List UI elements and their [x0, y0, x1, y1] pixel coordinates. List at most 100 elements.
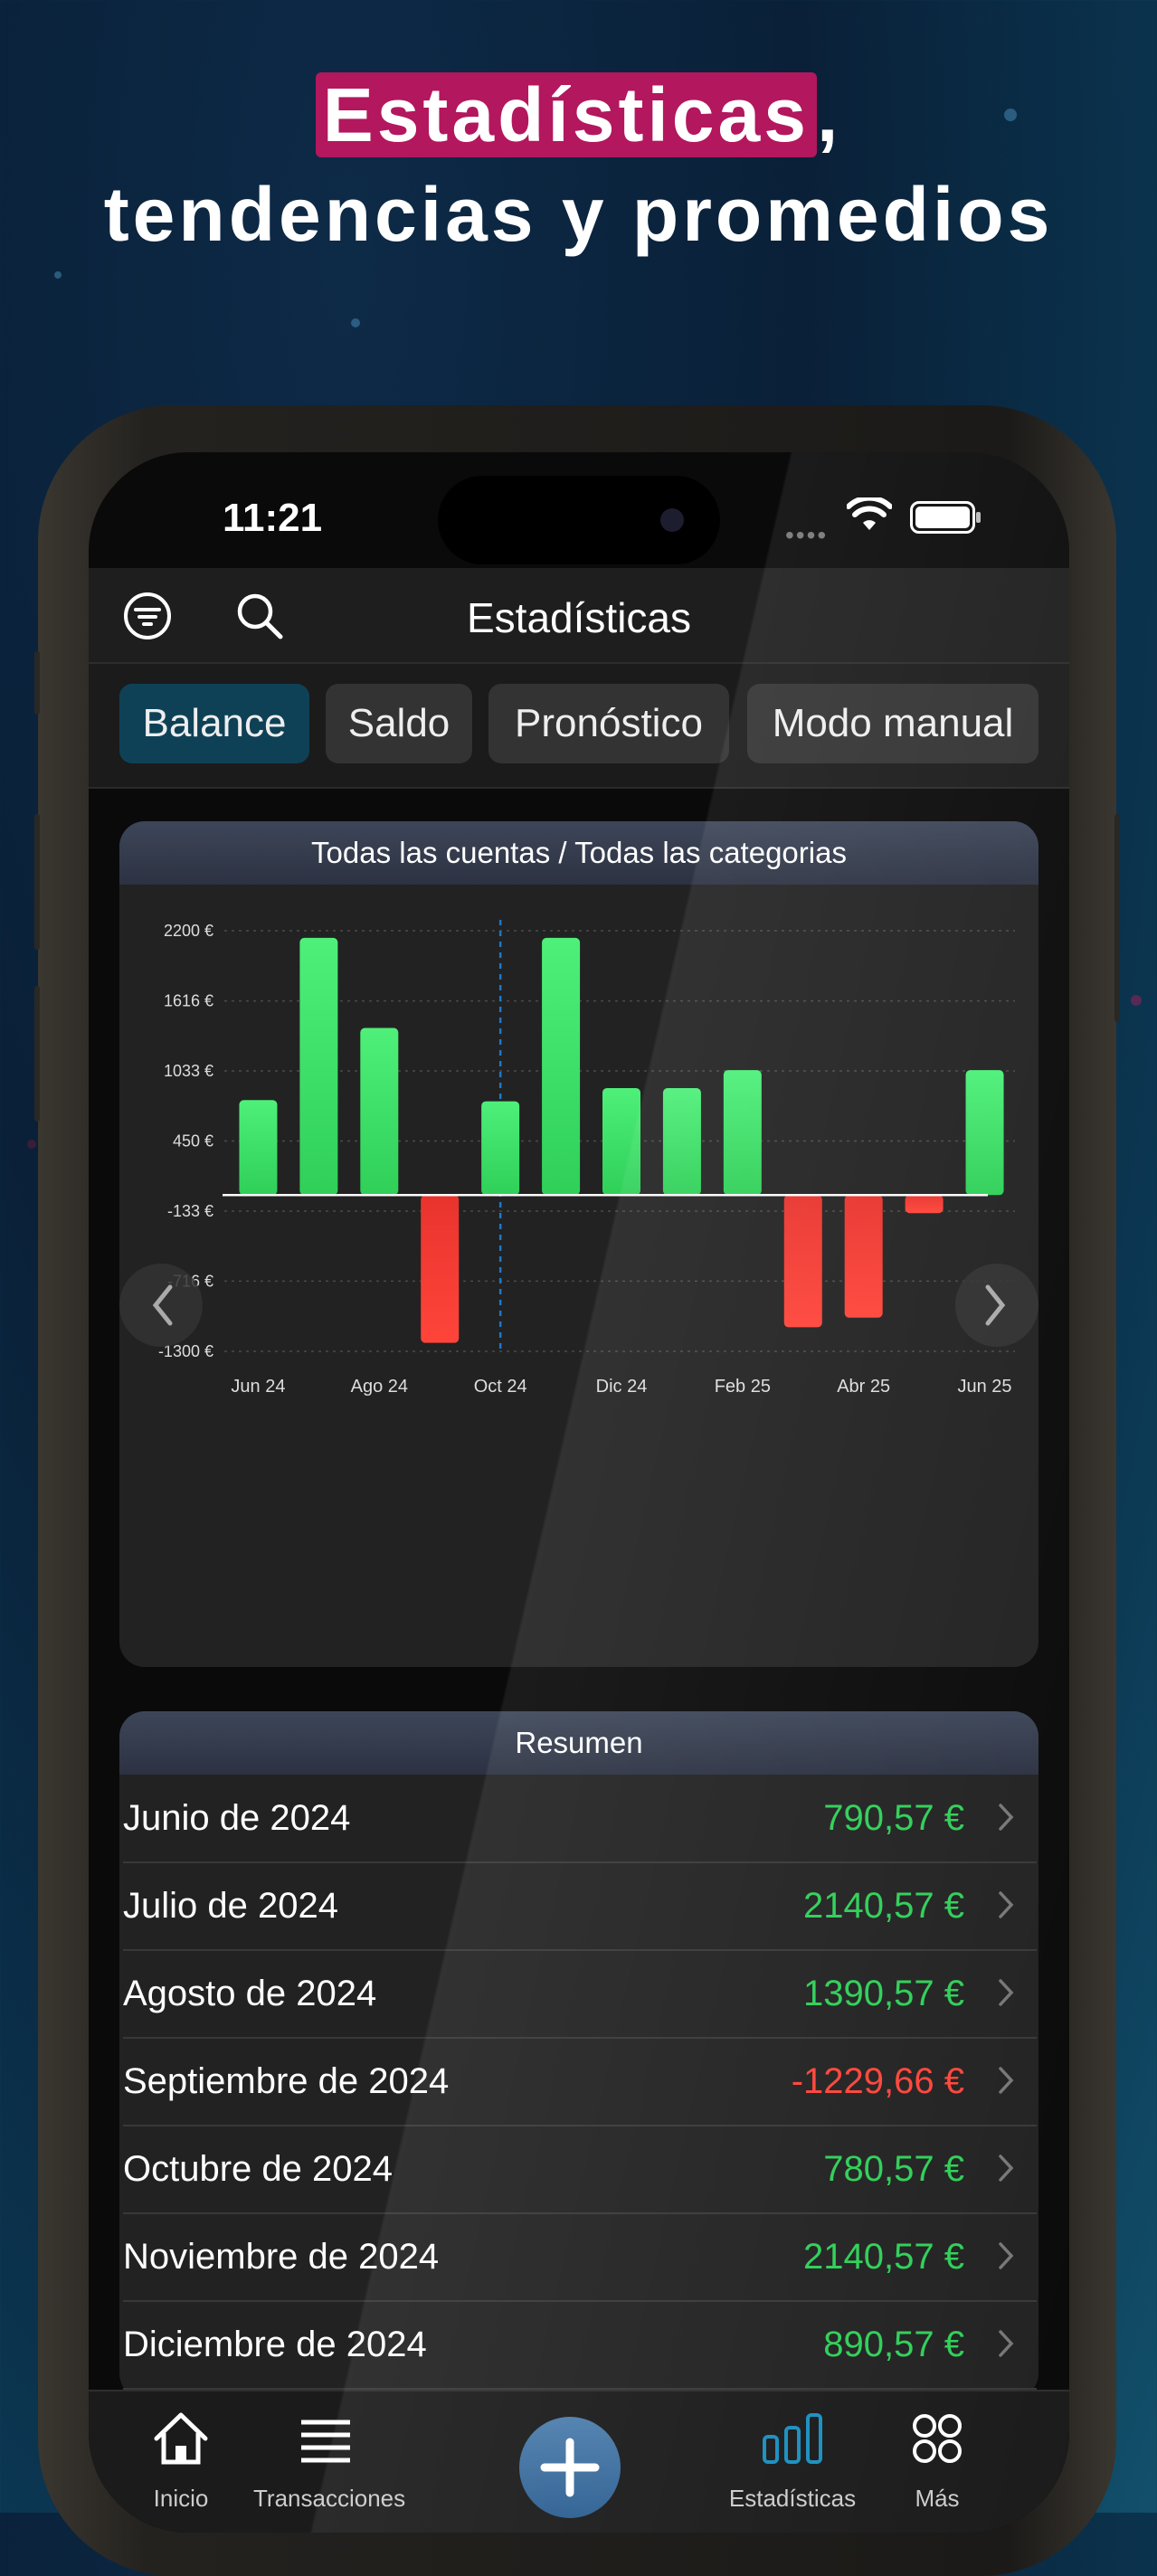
chart-bar[interactable] — [602, 1087, 640, 1196]
phone-side-button — [34, 986, 40, 1122]
x-tick-label: Oct 24 — [474, 1377, 527, 1397]
chart-card: Todas las cuentas / Todas las categorias… — [119, 821, 1038, 1667]
summary-row-label: Julio de 2024 — [123, 1886, 338, 1926]
chart-bar[interactable] — [662, 1088, 701, 1196]
plus-icon — [540, 2438, 600, 2497]
x-tick-label: Dic 24 — [596, 1377, 648, 1397]
chart-bar[interactable] — [360, 1028, 399, 1196]
background-speck — [54, 271, 62, 279]
chart-card-title: Todas las cuentas / Todas las categorias — [119, 821, 1038, 885]
list-icon — [301, 2420, 350, 2463]
nav-bar: Estadísticas — [89, 568, 1069, 664]
headline-subtitle: tendencias y promedios — [103, 172, 1054, 257]
summary-row-label: Octubre de 2024 — [123, 2149, 393, 2189]
background-speck — [351, 318, 360, 327]
phone-screen: 11:21 •••• Estadísticas Balance Saldo Pr… — [89, 452, 1069, 2533]
wifi-icon — [847, 497, 892, 530]
phone-side-button — [1114, 814, 1120, 1022]
chart-next-button[interactable] — [955, 1264, 1038, 1347]
tab-inicio[interactable]: Inicio — [109, 2410, 253, 2513]
chart-bar[interactable] — [723, 1070, 762, 1196]
x-tick-label: Jun 25 — [958, 1377, 1012, 1397]
summary-row-label: Junio de 2024 — [123, 1798, 351, 1838]
chevron-right-icon — [999, 2242, 1014, 2269]
background-speck — [27, 1140, 36, 1149]
tab-transacciones[interactable]: Transacciones — [253, 2410, 406, 2513]
summary-row-label: Septiembre de 2024 — [123, 2061, 450, 2101]
summary-row[interactable]: Junio de 2024 790,57 € — [123, 1775, 1037, 1863]
grid-circles-icon — [913, 2414, 962, 2463]
tab-label: Inicio — [153, 2485, 209, 2512]
y-tick-label: -133 € — [167, 1202, 213, 1220]
balance-chart: 2200 €1616 €1033 €450 €-133 €-716 €-1300… — [119, 920, 1038, 1397]
chart-bar[interactable] — [481, 1101, 520, 1196]
chart-bar[interactable] — [542, 937, 581, 1196]
summary-row[interactable]: Octubre de 2024 780,57 € — [123, 2126, 1037, 2214]
summary-row[interactable]: Diciembre de 2024 890,57 € — [123, 2301, 1037, 2390]
segment-modo-manual[interactable]: Modo manual — [747, 684, 1038, 763]
page-title: Estadísticas — [467, 594, 691, 641]
chevron-right-icon — [999, 2067, 1014, 2094]
chart-bar[interactable] — [965, 1070, 1004, 1196]
tab-label: Estadísticas — [728, 2485, 857, 2512]
segment-balance[interactable]: Balance — [119, 684, 309, 763]
x-tick-label: Ago 24 — [351, 1377, 408, 1397]
tab-estadisticas[interactable]: Estadísticas — [720, 2410, 865, 2513]
camera-icon — [660, 508, 684, 532]
chart-bar[interactable] — [783, 1195, 822, 1328]
background-speck — [1131, 995, 1142, 1006]
summary-row-value: 780,57 € — [823, 2149, 964, 2189]
tab-bar: Inicio Transacciones Estadísticas Más — [89, 2390, 1069, 2533]
home-icon — [154, 2412, 208, 2465]
chevron-right-icon — [999, 1979, 1014, 2006]
signal-dots-icon: •••• — [785, 521, 829, 549]
summary-row-value: -1229,66 € — [791, 2061, 964, 2101]
summary-row-value: 2140,57 € — [803, 2237, 964, 2277]
bar-chart-icon — [763, 2413, 822, 2464]
summary-row-value: 790,57 € — [823, 1798, 964, 1838]
phone-side-button — [34, 651, 40, 715]
tab-label: Más — [915, 2485, 960, 2512]
x-tick-label: Feb 25 — [715, 1377, 771, 1397]
x-tick-label: Abr 25 — [837, 1377, 890, 1397]
y-tick-label: 2200 € — [164, 922, 213, 940]
summary-row[interactable]: Julio de 2024 2140,57 € — [123, 1862, 1037, 1951]
chevron-right-icon — [999, 1804, 1014, 1831]
tab-mas[interactable]: Más — [865, 2410, 1010, 2513]
chart-bar[interactable] — [239, 1100, 278, 1196]
chart-bar[interactable] — [905, 1195, 944, 1214]
battery-icon — [910, 501, 981, 534]
chevron-right-icon — [999, 1891, 1014, 1918]
segment-bar: Balance Saldo Pronóstico Modo manual — [89, 664, 1069, 789]
y-tick-label: 450 € — [173, 1132, 213, 1151]
phone-side-button — [34, 814, 40, 950]
y-tick-label: 1616 € — [164, 992, 213, 1010]
chevron-right-icon — [999, 2155, 1014, 2182]
chart-bar[interactable] — [299, 937, 338, 1196]
status-time: 11:21 — [223, 496, 323, 540]
headline-comma: , — [816, 72, 842, 157]
headline-highlight: Estadísticas — [315, 72, 817, 157]
dynamic-island — [438, 476, 720, 564]
chart-bar[interactable] — [844, 1195, 883, 1318]
summary-row-label: Diciembre de 2024 — [123, 2325, 427, 2364]
summary-row[interactable]: Septiembre de 2024 -1229,66 € — [123, 2038, 1037, 2126]
summary-row-value: 1390,57 € — [803, 1974, 964, 2013]
chart-prev-button[interactable] — [119, 1264, 203, 1347]
x-tick-label: Jun 24 — [231, 1377, 285, 1397]
segment-pronostico[interactable]: Pronóstico — [488, 684, 729, 763]
summary-title: Resumen — [119, 1711, 1038, 1775]
tab-label: Transacciones — [253, 2485, 406, 2512]
headline: Estadísticas, tendencias y promedios — [0, 65, 1157, 264]
add-transaction-button[interactable] — [519, 2417, 621, 2518]
summary-row[interactable]: Agosto de 2024 1390,57 € — [123, 1950, 1037, 2039]
chevron-right-icon — [999, 2330, 1014, 2357]
summary-row[interactable]: Noviembre de 2024 2140,57 € — [123, 2213, 1037, 2302]
summary-row-value: 890,57 € — [823, 2325, 964, 2364]
summary-row-value: 2140,57 € — [803, 1886, 964, 1926]
y-tick-label: 1033 € — [164, 1062, 213, 1080]
segment-saldo[interactable]: Saldo — [326, 684, 472, 763]
summary-row-label: Agosto de 2024 — [123, 1974, 377, 2013]
chart-bar[interactable] — [421, 1195, 460, 1343]
summary-row-label: Noviembre de 2024 — [123, 2237, 440, 2277]
